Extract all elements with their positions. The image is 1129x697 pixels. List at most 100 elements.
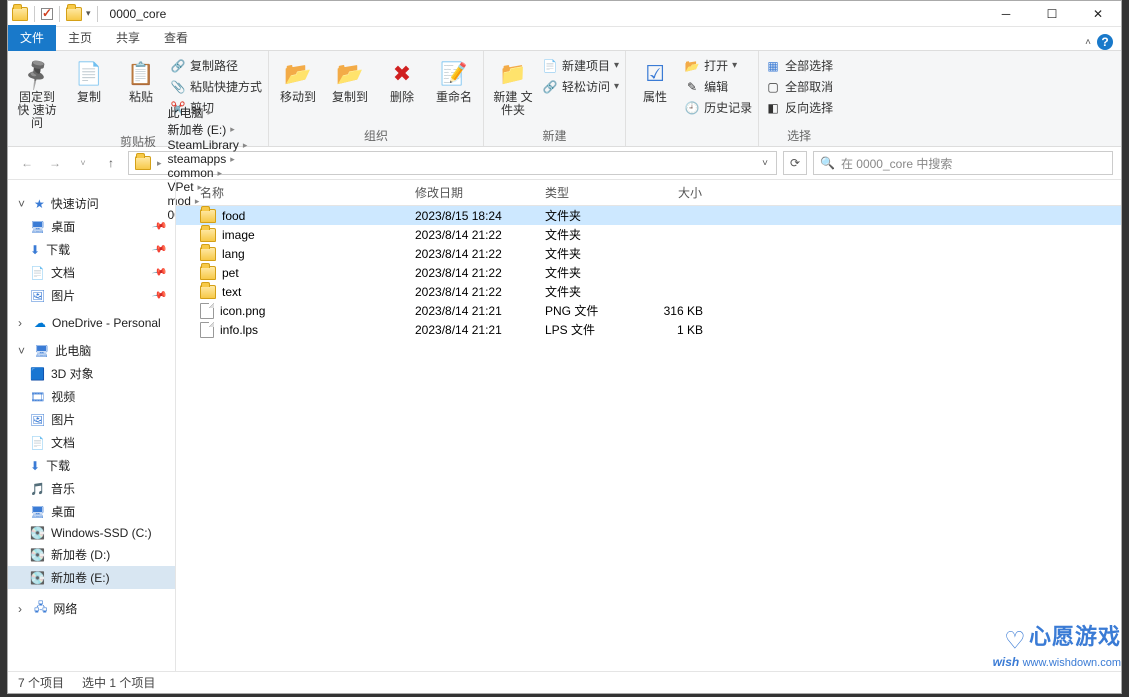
shortcut-icon: 📎 — [170, 79, 186, 95]
select-all-button[interactable]: ▦全部选择 — [765, 55, 833, 76]
breadcrumb-item[interactable]: 此电脑▸ — [164, 104, 252, 121]
watermark: ♡ 心愿游戏 wish www.wishdown.com — [993, 619, 1121, 669]
refresh-button[interactable]: ⟳ — [783, 151, 807, 175]
history-button[interactable]: 🕘历史记录 — [684, 97, 752, 118]
chevron-down-icon[interactable]: ▾ — [86, 8, 91, 19]
quick-item[interactable]: 🖥桌面📌 — [8, 215, 175, 238]
clipboard-icon: 📋 — [125, 59, 157, 89]
history-icon: 🕘 — [684, 100, 700, 116]
copy-button[interactable]: 📄 复制 — [66, 55, 112, 104]
file-row[interactable]: text2023/8/14 21:22文件夹 — [176, 282, 1121, 301]
new-item-button[interactable]: 📄新建项目 ▾ — [542, 55, 619, 76]
pin-to-quick-button[interactable]: 固定到快 速访问 — [14, 55, 60, 131]
breadcrumb-item[interactable]: SteamLibrary▸ — [164, 138, 252, 152]
onedrive-item[interactable]: ›☁OneDrive - Personal — [8, 313, 175, 333]
edit-button[interactable]: ✎编辑 — [684, 76, 752, 97]
paste-shortcut-button[interactable]: 📎粘贴快捷方式 — [170, 76, 262, 97]
folder-icon — [200, 266, 216, 280]
quick-item[interactable]: ⬇下载📌 — [8, 238, 175, 261]
quick-item[interactable]: 🖼图片📌 — [8, 284, 175, 307]
invert-selection-button[interactable]: ◧反向选择 — [765, 97, 833, 118]
file-row[interactable]: food2023/8/15 18:24文件夹 — [176, 206, 1121, 225]
file-row[interactable]: icon.png2023/8/14 21:21PNG 文件316 KB — [176, 301, 1121, 320]
help-icon[interactable]: ? — [1097, 34, 1113, 50]
rename-button[interactable]: 📝重命名 — [431, 55, 477, 104]
pc-item[interactable]: 📄文档 — [8, 431, 175, 454]
pc-item[interactable]: ⬇下载 — [8, 454, 175, 477]
search-input[interactable]: 🔍 在 0000_core 中搜索 — [813, 151, 1113, 175]
maximize-button[interactable]: ☐ — [1029, 1, 1075, 27]
easyaccess-icon: 🔗 — [542, 79, 558, 95]
pc-item[interactable]: 🖼图片 — [8, 408, 175, 431]
copy-path-button[interactable]: 🔗复制路径 — [170, 55, 262, 76]
status-selected: 选中 1 个项目 — [82, 674, 155, 691]
edit-icon: ✎ — [684, 79, 700, 95]
file-row[interactable]: lang2023/8/14 21:22文件夹 — [176, 244, 1121, 263]
pin-icon: 📌 — [151, 264, 168, 280]
quick-access-header[interactable]: ˅★快速访问 — [8, 192, 175, 215]
pin-icon: 📌 — [151, 218, 168, 234]
file-row[interactable]: info.lps2023/8/14 21:21LPS 文件1 KB — [176, 320, 1121, 339]
pc-item[interactable]: 💽新加卷 (D:) — [8, 543, 175, 566]
pc-item[interactable]: 🟦3D 对象 — [8, 362, 175, 385]
tab-home[interactable]: 主页 — [56, 25, 104, 51]
paste-button[interactable]: 📋 粘贴 — [118, 55, 164, 104]
tab-share[interactable]: 共享 — [104, 25, 152, 51]
close-button[interactable]: ✕ — [1075, 1, 1121, 27]
pc-item[interactable]: 🎞视频 — [8, 385, 175, 408]
nav-up-button[interactable]: ↑ — [100, 152, 122, 174]
nav-recent-button[interactable]: ˅ — [72, 152, 94, 174]
breadcrumb-item[interactable]: steamapps▸ — [164, 152, 252, 166]
easy-access-button[interactable]: 🔗轻松访问 ▾ — [542, 76, 619, 97]
folder-icon — [200, 209, 216, 223]
pc-item[interactable]: 🖥桌面 — [8, 500, 175, 523]
tab-file[interactable]: 文件 — [8, 25, 56, 51]
column-headers[interactable]: 名称 修改日期 类型 大小 — [176, 180, 1121, 206]
file-row[interactable]: image2023/8/14 21:22文件夹 — [176, 225, 1121, 244]
newfolder-icon: 📁 — [497, 59, 529, 89]
breadcrumb-item[interactable]: 新加卷 (E:)▸ — [164, 121, 252, 138]
nav-back-button[interactable]: ← — [16, 152, 38, 174]
properties-icon: ☑ — [639, 59, 671, 89]
move-to-button[interactable]: 📂移动到 — [275, 55, 321, 104]
open-button[interactable]: 📂打开 ▾ — [684, 55, 752, 76]
pin-icon: 📌 — [151, 287, 168, 303]
file-icon — [200, 303, 214, 319]
selectall-icon: ▦ — [765, 58, 781, 74]
address-bar[interactable]: ▸ 此电脑▸新加卷 (E:)▸SteamLibrary▸steamapps▸co… — [128, 151, 777, 175]
tab-view[interactable]: 查看 — [152, 25, 200, 51]
folder-icon — [200, 228, 216, 242]
pc-item[interactable]: 💽Windows-SSD (C:) — [8, 523, 175, 543]
folder-icon — [200, 247, 216, 261]
chevron-up-icon[interactable]: ˄ — [1085, 37, 1091, 48]
move-icon: 📂 — [282, 59, 314, 89]
rename-icon: 📝 — [438, 59, 470, 89]
path-icon: 🔗 — [170, 58, 186, 74]
breadcrumb-item[interactable]: common▸ — [164, 166, 252, 180]
delete-button[interactable]: ✖删除 — [379, 55, 425, 104]
minimize-button[interactable]: ─ — [983, 1, 1029, 27]
navigation-pane[interactable]: ˅★快速访问 🖥桌面📌⬇下载📌📄文档📌🖼图片📌 ›☁OneDrive - Per… — [8, 180, 176, 671]
window-title: 0000_core — [104, 7, 983, 21]
chevron-down-icon[interactable]: ˅ — [756, 158, 774, 169]
new-folder-button[interactable]: 📁新建 文件夹 — [490, 55, 536, 117]
network-item[interactable]: ›🖧网络 — [8, 595, 175, 622]
file-icon — [200, 322, 214, 338]
qat-checkbox-icon[interactable] — [41, 8, 53, 20]
folder-icon — [135, 156, 151, 170]
folder-icon — [12, 7, 28, 21]
invert-icon: ◧ — [765, 100, 781, 116]
select-none-button[interactable]: ▢全部取消 — [765, 76, 833, 97]
heart-icon: ♡ — [1004, 627, 1026, 654]
delete-icon: ✖ — [386, 59, 418, 89]
this-pc-header[interactable]: ˅🖥此电脑 — [8, 339, 175, 362]
pin-icon: 📌 — [151, 241, 168, 257]
pc-item[interactable]: 🎵音乐 — [8, 477, 175, 500]
nav-forward-button[interactable]: → — [44, 152, 66, 174]
pc-item[interactable]: 💽新加卷 (E:) — [8, 566, 175, 589]
quick-item[interactable]: 📄文档📌 — [8, 261, 175, 284]
properties-button[interactable]: ☑属性 — [632, 55, 678, 104]
newitem-icon: 📄 — [542, 58, 558, 74]
file-row[interactable]: pet2023/8/14 21:22文件夹 — [176, 263, 1121, 282]
copy-to-button[interactable]: 📂复制到 — [327, 55, 373, 104]
